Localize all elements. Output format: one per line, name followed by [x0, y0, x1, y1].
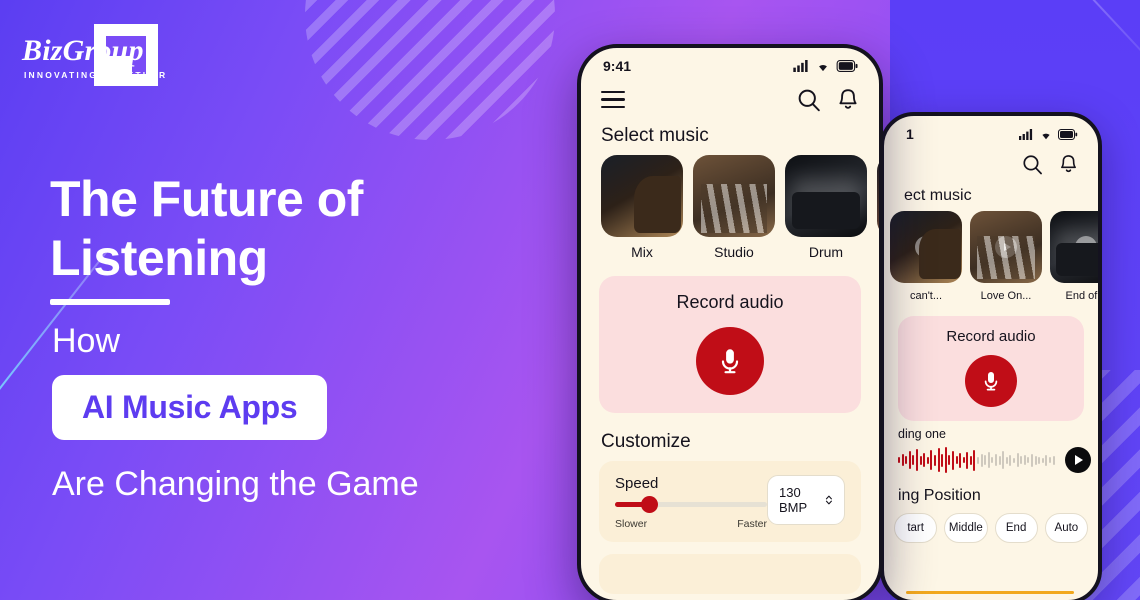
music-thumb-item[interactable]: Love On...	[970, 211, 1042, 302]
page-title: The Future of Listening	[50, 171, 363, 286]
position-chip[interactable]: Middle	[944, 513, 988, 543]
brand-logo[interactable]: BizGroup INNOVATING TOGETHER	[22, 22, 172, 88]
bpm-value: 130 BMP	[779, 485, 808, 516]
record-audio-title: Record audio	[676, 292, 784, 313]
battery-icon	[1058, 128, 1078, 140]
music-thumbnail-row[interactable]: can't... Love On... End of... T	[884, 211, 1098, 302]
music-thumb-item-partial[interactable]	[877, 155, 879, 260]
position-chip[interactable]: End	[994, 513, 1038, 543]
notification-bell-icon[interactable]	[837, 88, 859, 112]
position-title: ing Position	[898, 487, 981, 504]
status-icons	[793, 60, 859, 72]
subtitle-outro: Are Changing the Game	[52, 465, 419, 503]
phone-mockup-secondary: 1 ect music can't... Love On... End of. …	[880, 112, 1102, 600]
status-time: 9:41	[603, 58, 632, 74]
music-thumbnail-row[interactable]: Mix Studio Drum	[581, 155, 879, 260]
brand-name: BizGroup	[22, 34, 144, 67]
microphone-icon	[984, 372, 998, 391]
play-overlay-icon[interactable]	[995, 236, 1017, 258]
app-bar	[581, 76, 879, 117]
hamburger-menu-icon[interactable]	[601, 86, 625, 113]
music-thumb-item[interactable]: End of...	[1050, 211, 1101, 302]
slider-min-label: Slower	[615, 518, 648, 531]
subtitle-intro: How	[52, 322, 121, 360]
bottom-accent-bar	[906, 591, 1074, 594]
record-audio-title: Record audio	[946, 328, 1036, 345]
play-button-icon[interactable]	[1064, 447, 1091, 473]
next-setting-card[interactable]	[599, 554, 861, 595]
music-thumb-item[interactable]: Studio	[693, 155, 775, 260]
status-bar: 1	[884, 116, 1098, 144]
waveform-title: ding one	[898, 427, 946, 441]
thumb-label: Mix	[631, 244, 653, 261]
thumb-label: can't...	[909, 290, 943, 302]
slider-max-label: Faster	[737, 518, 767, 531]
customize-title: Customize	[601, 431, 691, 453]
thumb-label: End of...	[1065, 290, 1101, 302]
wifi-icon	[1042, 133, 1050, 139]
bpm-stepper[interactable]: 130 BMP	[767, 475, 845, 526]
app-bar	[884, 144, 1098, 179]
thumbnail-image[interactable]	[601, 155, 683, 238]
record-mic-button[interactable]	[696, 327, 764, 396]
chevron-up-down-icon[interactable]	[825, 492, 833, 508]
slider-knob[interactable]	[641, 496, 658, 514]
highlight-pill: AI Music Apps	[52, 375, 328, 440]
play-overlay-icon[interactable]	[915, 236, 937, 258]
select-music-title: Select music	[601, 125, 709, 147]
thumbnail-image[interactable]	[890, 211, 962, 283]
waveform-row[interactable]	[884, 445, 1098, 473]
position-chip[interactable]: Auto	[1044, 513, 1088, 543]
position-chip-row[interactable]: tart Middle End Auto	[884, 513, 1098, 543]
thumb-label: Drum	[808, 244, 844, 261]
thumbnail-image[interactable]	[693, 155, 775, 238]
thumbnail-image[interactable]	[785, 155, 867, 238]
status-time: 1	[906, 126, 914, 142]
thumbnail-image[interactable]	[1050, 211, 1098, 283]
thumbnail-image[interactable]	[877, 155, 879, 238]
striped-circle-decoration	[305, 0, 555, 140]
music-thumb-item[interactable]: Drum	[785, 155, 867, 260]
brand-tagline: INNOVATING TOGETHER	[24, 70, 168, 80]
music-thumb-item[interactable]: can't...	[890, 211, 962, 302]
select-music-title: ect music	[904, 187, 972, 204]
status-icons	[1019, 128, 1078, 140]
phone-mockup-primary: 9:41 Select music Mix Studio Drum Record…	[577, 44, 883, 600]
thumb-label: Studio	[714, 244, 754, 261]
thumbnail-image[interactable]	[970, 211, 1042, 283]
thumb-label: Love On...	[980, 290, 1032, 302]
wifi-icon	[819, 65, 827, 72]
speed-slider[interactable]	[615, 496, 767, 514]
speed-label: Speed	[615, 475, 659, 493]
phone-notch	[662, 48, 798, 72]
position-chip[interactable]: tart	[894, 513, 938, 543]
audio-waveform[interactable]	[898, 447, 1055, 473]
play-overlay-icon[interactable]	[1075, 236, 1097, 258]
notification-bell-icon[interactable]	[1059, 154, 1078, 175]
record-mic-button[interactable]	[965, 355, 1017, 407]
record-audio-card[interactable]: Record audio	[599, 276, 861, 414]
battery-icon	[836, 60, 858, 72]
microphone-icon	[721, 349, 739, 374]
title-divider	[50, 299, 170, 305]
speed-setting-card[interactable]: Speed Slower Faster 130 BMP	[599, 461, 861, 543]
cellular-bars-icon	[1019, 128, 1033, 140]
music-thumb-item[interactable]: Mix	[601, 155, 683, 260]
search-icon[interactable]	[797, 88, 821, 112]
record-audio-card[interactable]: Record audio	[898, 316, 1084, 421]
search-icon[interactable]	[1022, 154, 1043, 175]
